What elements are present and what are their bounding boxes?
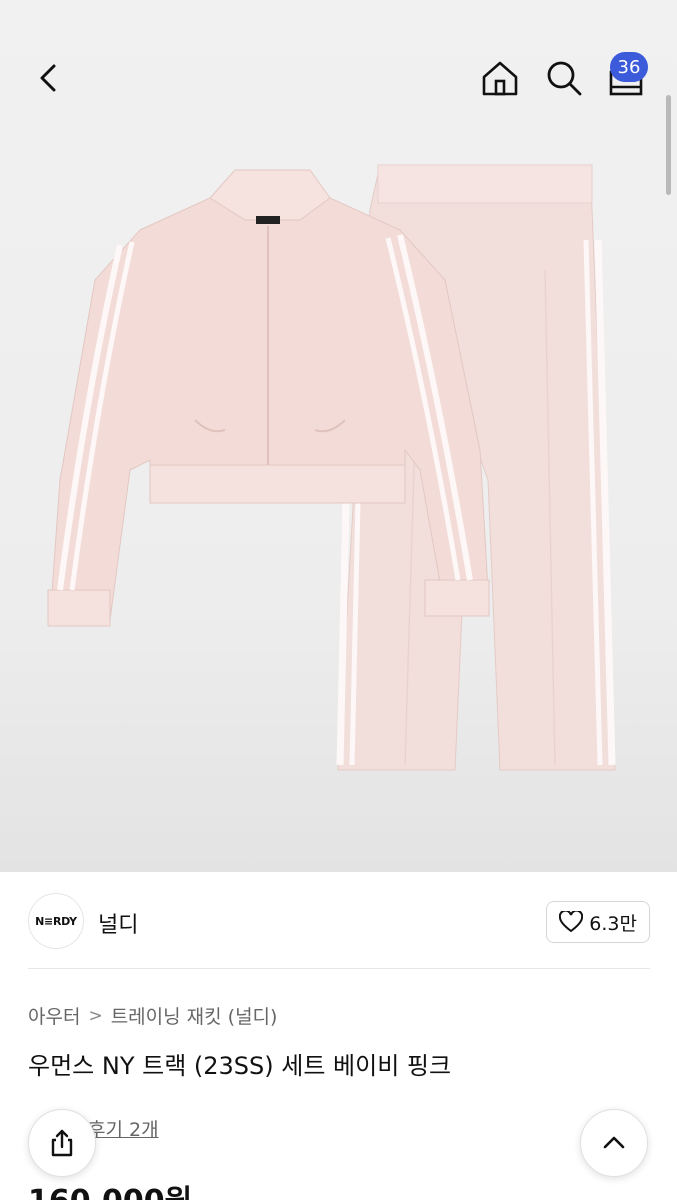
- seller-name[interactable]: 널디: [98, 907, 138, 939]
- chevron-up-icon: [603, 1136, 625, 1149]
- breadcrumb-category[interactable]: 아우터: [28, 1002, 80, 1029]
- back-button[interactable]: [30, 58, 70, 98]
- product-photo: [47, 164, 616, 771]
- share-icon: [51, 1129, 73, 1157]
- cart-count-badge: 36: [610, 52, 648, 82]
- share-button[interactable]: [28, 1109, 96, 1177]
- home-button[interactable]: [478, 56, 522, 100]
- breadcrumb: 아우터 > 트레이닝 재킷 (널디): [28, 1002, 277, 1029]
- seller-logo[interactable]: N≡RDY: [28, 893, 84, 949]
- product-price: 160,000원: [28, 1176, 192, 1200]
- product-image-area[interactable]: 36: [0, 0, 677, 872]
- breadcrumb-separator: >: [88, 1005, 103, 1026]
- search-icon: [547, 61, 582, 96]
- search-button[interactable]: [542, 56, 586, 100]
- home-icon: [482, 61, 518, 96]
- scroll-top-button[interactable]: [580, 1109, 648, 1177]
- seller-row[interactable]: N≡RDY 널디 6.3만: [28, 893, 650, 951]
- product-title: 우먼스 NY 트랙 (23SS) 세트 베이비 핑크: [28, 1052, 452, 1080]
- reviews-label: 후기 2개: [88, 1119, 159, 1141]
- divider: [28, 968, 650, 969]
- like-button[interactable]: 6.3만: [546, 901, 650, 943]
- like-count: 6.3만: [589, 912, 637, 935]
- back-icon: [40, 64, 56, 92]
- heart-icon: [559, 911, 584, 933]
- seller-logo-text: N≡RDY: [35, 914, 77, 928]
- breadcrumb-subcategory[interactable]: 트레이닝 재킷 (널디): [111, 1002, 278, 1029]
